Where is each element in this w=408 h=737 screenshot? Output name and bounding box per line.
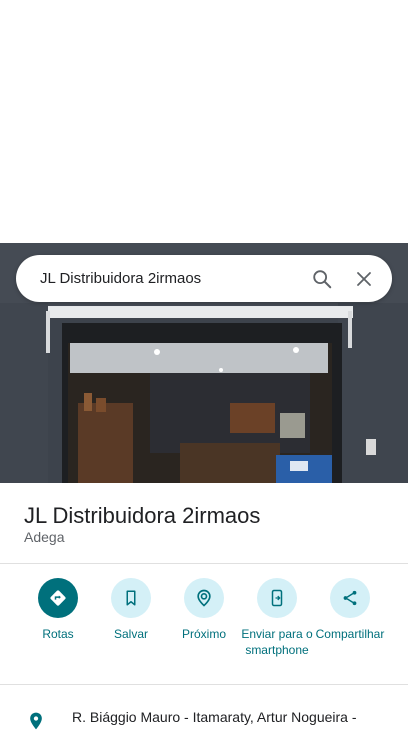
share-label: Compartilhar [315,627,385,641]
divider [0,684,408,685]
address-row[interactable]: R. Biággio Mauro - Itamaraty, Artur Nogu… [0,704,408,730]
share-icon [330,578,370,618]
blank-top-area [0,0,408,243]
bookmark-icon [111,578,151,618]
location-pin-icon [26,710,46,737]
divider [0,563,408,564]
share-button[interactable]: Compartilhar [312,578,388,642]
search-bar[interactable]: JL Distribuidora 2irmaos [16,255,392,302]
directions-label: Rotas [42,627,74,641]
directions-button[interactable]: Rotas [20,578,96,642]
close-icon[interactable] [344,259,384,299]
nearby-button[interactable]: Próximo [166,578,242,642]
send-to-phone-label: Enviar para o smartphone [241,627,313,657]
action-row: Rotas Salvar Próximo Enviar para o smart… [0,578,408,678]
address-text: R. Biággio Mauro - Itamaraty, Artur Nogu… [72,709,357,725]
place-category: Adega [24,529,65,545]
save-button[interactable]: Salvar [93,578,169,642]
save-label: Salvar [113,627,148,641]
place-title: JL Distribuidora 2irmaos [24,503,261,528]
send-to-phone-button[interactable]: Enviar para o smartphone [239,578,315,658]
nearby-label: Próximo [181,627,226,641]
nearby-icon [184,578,224,618]
send-to-phone-icon [257,578,297,618]
directions-icon [38,578,78,618]
search-query[interactable]: JL Distribuidora 2irmaos [16,270,302,287]
search-icon[interactable] [302,259,342,299]
